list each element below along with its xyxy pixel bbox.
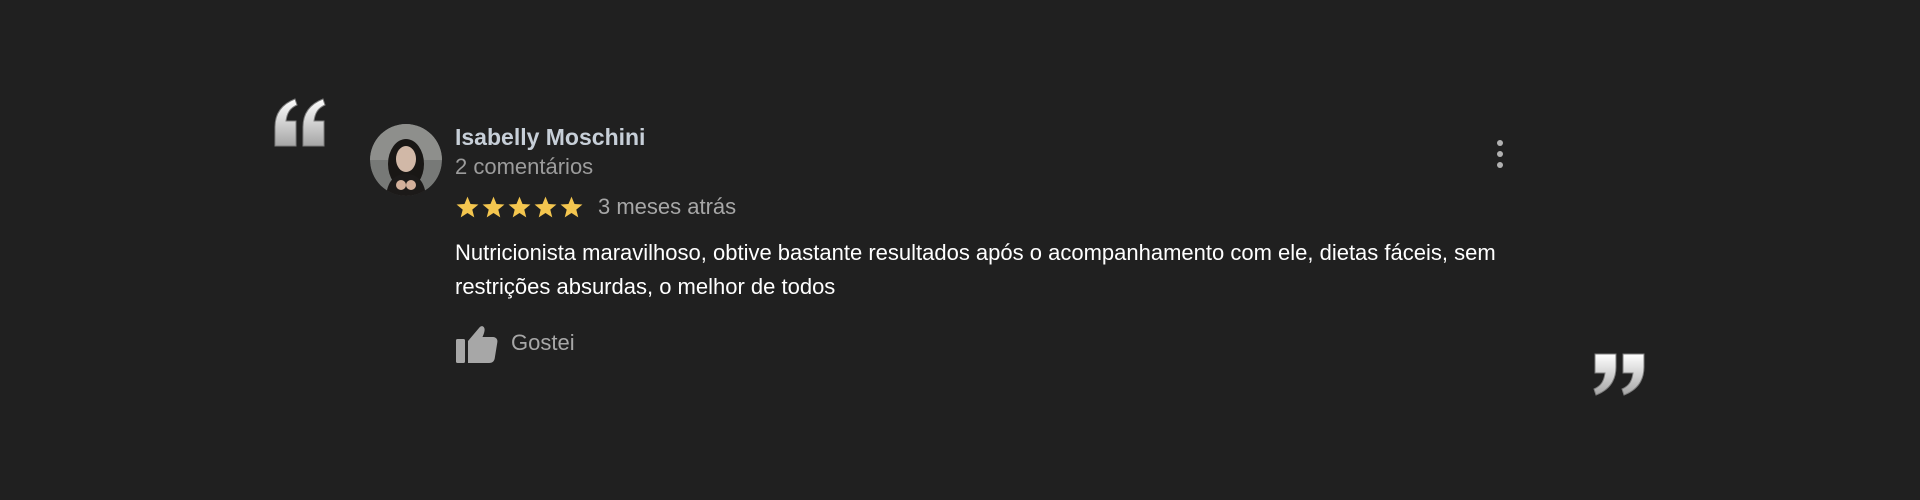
more-options-button[interactable] [1488,138,1512,172]
closing-quote-icon [1593,353,1645,396]
author-name[interactable]: Isabelly Moschini [455,122,1535,152]
avatar[interactable] [370,124,442,196]
star-icon [482,196,505,217]
review-page: Isabelly Moschini 2 comentários 3 meses … [0,0,1920,500]
opening-quote-icon [274,98,326,147]
star-icon [534,196,557,217]
star-icon [508,196,531,217]
review-card: Isabelly Moschini 2 comentários 3 meses … [370,118,1550,378]
review-content: Isabelly Moschini 2 comentários 3 meses … [455,118,1535,364]
star-icon [560,196,583,217]
star-icon [456,196,479,217]
review-text: Nutricionista maravilhoso, obtive bastan… [455,240,1496,299]
author-comment-count: 2 comentários [455,154,594,179]
rating-row: 3 meses atrás [455,192,1535,222]
thumbs-up-icon [456,326,498,363]
like-label: Gostei [511,330,575,355]
more-vertical-icon [1497,140,1503,146]
avatar-image [370,124,442,196]
review-date: 3 meses atrás [598,194,737,219]
like-button[interactable]: Gostei [455,322,1535,364]
star-rating [455,195,584,220]
